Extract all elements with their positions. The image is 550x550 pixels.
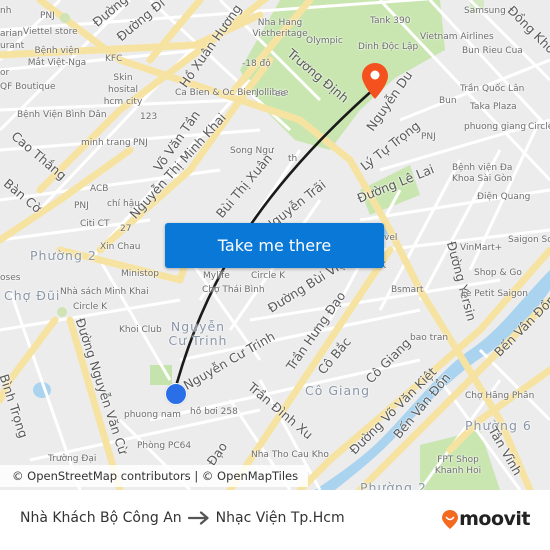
poi-label: Vietnam Airlines: [420, 32, 494, 42]
poi-label: Viettel store: [23, 27, 78, 37]
poi-label: ACB: [90, 184, 109, 194]
origin-name: Nhà Khách Bộ Công An: [20, 510, 182, 526]
poi-label: Trường Đại: [48, 454, 97, 464]
poi-label: Chợ Thái Bình: [202, 285, 265, 295]
poi-label: phuong nam: [124, 410, 181, 420]
poi-label: bao tran: [410, 333, 449, 343]
poi-label: PNJ: [74, 201, 89, 211]
poi-label: minh trang: [81, 138, 131, 148]
poi-label: -18 độ: [242, 59, 271, 69]
poi-label: Chợ Hãng Phân: [465, 391, 535, 401]
destination-pin-icon[interactable]: [362, 63, 388, 99]
poi-label: FPT Shop Khanh Hoi: [434, 455, 482, 476]
poi-label: PNJ: [421, 132, 436, 142]
poi-label: VinMart+: [460, 243, 503, 253]
poi-label: Nha Hang Vietheritage: [252, 18, 308, 39]
poi-label: Tank 390: [370, 16, 411, 26]
poi-label: Bệnh viện Mắt Việt-Nga: [27, 46, 87, 68]
poi-label: KFC: [105, 54, 123, 64]
take-me-there-button[interactable]: Take me there: [165, 223, 384, 268]
poi-label: arian: [0, 29, 23, 39]
omt-attribution-link[interactable]: © OpenMapTiles: [202, 469, 298, 483]
poi-label: Ca Bien & Oc Bien: [175, 88, 258, 98]
poi-label: PNJ: [40, 11, 55, 21]
poi-label: Nha Tho Cau Kho: [251, 450, 329, 460]
poi-label: Bun: [439, 96, 457, 106]
poi-label: oses: [0, 273, 21, 283]
poi-label: Citi CT: [80, 219, 110, 229]
poi-label: 27: [120, 224, 132, 234]
origin-location-dot[interactable]: [165, 383, 187, 405]
poi-label: Taka Plaza: [470, 102, 517, 112]
poi-label: Nhà sách Minh Khai: [60, 287, 149, 297]
route-summary: Nhà Khách Bộ Công An Nhạc Viện Tp.Hcm: [20, 510, 345, 526]
moovit-pin-icon: [442, 509, 459, 529]
poi-label: PNJ: [133, 138, 148, 148]
moovit-logo[interactable]: moovit: [442, 508, 530, 530]
poi-label: Khoi Club: [119, 325, 162, 335]
destination-name: Nhạc Viện Tp.Hcm: [215, 510, 345, 526]
poi-label: vel: [384, 233, 398, 243]
poi-label: Song Ngư: [230, 146, 274, 156]
moovit-wordmark: moovit: [459, 508, 530, 530]
poi-label: Bệnh Viện Bình Dân: [17, 110, 107, 120]
poi-label: Saigon Square: [508, 235, 550, 245]
poi-label: Skin hosital hcm city: [103, 73, 143, 107]
poi-label: urant: [0, 41, 25, 51]
poi-label: Olympic: [306, 36, 343, 46]
route-footer: Nhà Khách Bộ Công An Nhạc Viện Tp.Hcm mo…: [0, 490, 550, 550]
poi-label: Le Petit Saigon: [461, 289, 528, 299]
poi-label: Phòng PC64: [137, 441, 192, 451]
attribution-separator: |: [190, 469, 202, 483]
poi-label: nh: [0, 6, 12, 16]
poi-label: Bun Rieu Cua: [462, 46, 523, 56]
poi-label: Shop & Go: [474, 268, 522, 278]
poi-label: Mylife: [203, 271, 230, 281]
poi-label: Circle K: [251, 271, 286, 281]
poi-label: hồ bơi 258: [190, 407, 238, 417]
poi-label: ee: [275, 89, 287, 99]
district-label: Nguyễn Cư Trinh: [168, 319, 228, 348]
poi-label: phuong giang: [464, 122, 527, 132]
poi-label: Dinh Độc Lập: [358, 42, 419, 52]
poi-label: QF Boutique: [0, 82, 56, 92]
district-label: Cô Giang: [305, 383, 371, 398]
poi-label: Circle: [528, 122, 550, 132]
poi-label: Bệnh viện Đa Khoa Sài Gòn: [452, 163, 513, 184]
poi-label: Trần Quốc Lân: [460, 84, 525, 94]
map-attribution: © OpenStreetMap contributors | © OpenMap…: [0, 465, 309, 487]
poi-label: 123: [140, 112, 158, 122]
poi-label: th: [288, 154, 298, 164]
poi-label: chí hậu: [107, 199, 140, 209]
poi-label: Bsmart: [391, 285, 424, 295]
arrow-right-icon: [187, 511, 209, 525]
poi-label: Điện Quang: [477, 192, 531, 202]
poi-label: Samsung: [464, 6, 506, 16]
poi-label: Xin Chau: [100, 242, 141, 252]
district-label: Phường 2: [30, 248, 97, 263]
poi-label: Ministop: [121, 269, 159, 279]
poi-label: or: [0, 68, 10, 78]
district-label: Chợ Đũi: [4, 288, 61, 303]
osm-attribution-link[interactable]: © OpenStreetMap contributors: [12, 469, 191, 483]
map-view[interactable]: Phường 2 Chợ Đũi Nguyễn Cư Trinh Cô Gian…: [0, 0, 550, 490]
district-label: Phường 2: [360, 480, 427, 490]
poi-label: Circle K: [73, 302, 108, 312]
